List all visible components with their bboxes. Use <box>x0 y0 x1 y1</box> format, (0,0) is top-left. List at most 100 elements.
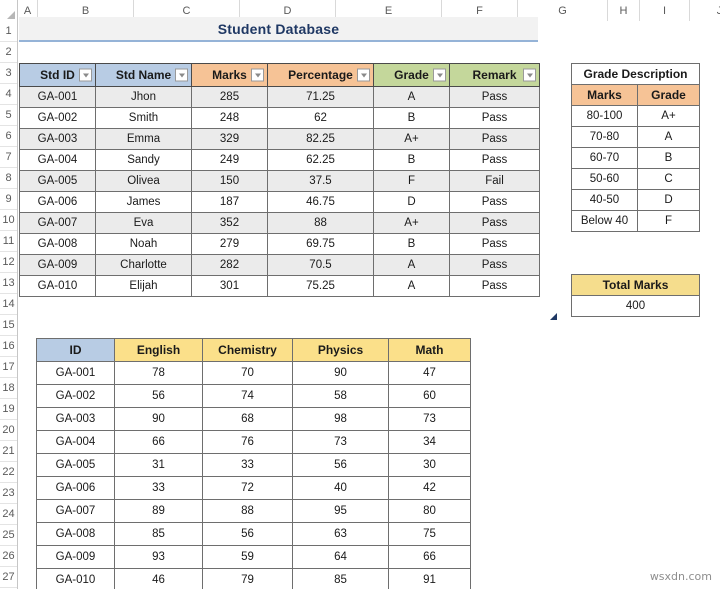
table-cell[interactable]: Elijah <box>95 275 192 297</box>
table-cell[interactable]: 279 <box>191 233 268 255</box>
table-cell[interactable]: 187 <box>191 191 268 213</box>
table-cell[interactable]: James <box>95 191 192 213</box>
table-cell[interactable]: 88 <box>202 499 293 523</box>
table-cell[interactable]: GA-003 <box>19 128 96 150</box>
table-cell[interactable]: 91 <box>388 568 471 589</box>
table-cell[interactable]: 33 <box>114 476 203 500</box>
table-cell[interactable]: GA-010 <box>36 568 115 589</box>
filter-dropdown-icon[interactable] <box>523 68 536 82</box>
table-cell[interactable]: 70.5 <box>267 254 374 276</box>
table-cell[interactable]: Eva <box>95 212 192 234</box>
row-header-23[interactable]: 23 <box>0 483 17 504</box>
table-cell[interactable]: 72 <box>202 476 293 500</box>
table-cell[interactable]: Fail <box>449 170 540 192</box>
table-cell[interactable]: GA-008 <box>19 233 96 255</box>
table-cell[interactable]: 58 <box>292 384 389 408</box>
table-cell[interactable]: 90 <box>292 361 389 385</box>
table-cell[interactable]: GA-001 <box>36 361 115 385</box>
row-header-21[interactable]: 21 <box>0 441 17 462</box>
row-header-14[interactable]: 14 <box>0 294 17 315</box>
table-cell[interactable]: 76 <box>202 430 293 454</box>
table-cell[interactable]: 150 <box>191 170 268 192</box>
table-cell[interactable]: GA-005 <box>36 453 115 477</box>
table-cell[interactable]: B <box>637 147 700 169</box>
row-header-22[interactable]: 22 <box>0 462 17 483</box>
table-cell[interactable]: GA-006 <box>19 191 96 213</box>
table-cell[interactable]: 80-100 <box>571 105 638 127</box>
table-cell[interactable]: Smith <box>95 107 192 129</box>
select-all-corner[interactable] <box>0 0 18 21</box>
table-cell[interactable]: GA-007 <box>19 212 96 234</box>
table-cell[interactable]: A <box>373 275 450 297</box>
table-cell[interactable]: Pass <box>449 86 540 108</box>
row-header-2[interactable]: 2 <box>0 42 17 63</box>
table-cell[interactable]: 46 <box>114 568 203 589</box>
table-cell[interactable]: 85 <box>114 522 203 546</box>
filter-dropdown-icon[interactable] <box>357 68 370 82</box>
table-cell[interactable]: 98 <box>292 407 389 431</box>
table-cell[interactable]: 75 <box>388 522 471 546</box>
table-cell[interactable]: 88 <box>267 212 374 234</box>
row-header-13[interactable]: 13 <box>0 273 17 294</box>
table-cell[interactable]: 329 <box>191 128 268 150</box>
table-cell[interactable]: 66 <box>114 430 203 454</box>
table-cell[interactable]: 82.25 <box>267 128 374 150</box>
table-cell[interactable]: Charlotte <box>95 254 192 276</box>
table-cell[interactable]: A <box>637 126 700 148</box>
table-cell[interactable]: GA-010 <box>19 275 96 297</box>
filter-dropdown-icon[interactable] <box>175 68 188 82</box>
table-cell[interactable]: 62 <box>267 107 374 129</box>
row-header-8[interactable]: 8 <box>0 168 17 189</box>
table-cell[interactable]: A+ <box>637 105 700 127</box>
table-cell[interactable]: Sandy <box>95 149 192 171</box>
table-cell[interactable]: 352 <box>191 212 268 234</box>
table-cell[interactable]: 60 <box>388 384 471 408</box>
table-cell[interactable]: GA-009 <box>19 254 96 276</box>
table-cell[interactable]: 47 <box>388 361 471 385</box>
table-cell[interactable]: 74 <box>202 384 293 408</box>
row-header-16[interactable]: 16 <box>0 336 17 357</box>
table-cell[interactable]: F <box>373 170 450 192</box>
row-header-17[interactable]: 17 <box>0 357 17 378</box>
table-cell[interactable]: A+ <box>373 212 450 234</box>
table-cell[interactable]: GA-004 <box>36 430 115 454</box>
table-cell[interactable]: Pass <box>449 254 540 276</box>
row-header-19[interactable]: 19 <box>0 399 17 420</box>
table-cell[interactable]: GA-008 <box>36 522 115 546</box>
table-cell[interactable]: 62.25 <box>267 149 374 171</box>
row-header-11[interactable]: 11 <box>0 231 17 252</box>
row-header-3[interactable]: 3 <box>0 63 17 84</box>
table-cell[interactable]: D <box>637 189 700 211</box>
table-cell[interactable]: Emma <box>95 128 192 150</box>
table-cell[interactable]: 73 <box>292 430 389 454</box>
table-cell[interactable]: Pass <box>449 149 540 171</box>
table-cell[interactable]: GA-002 <box>19 107 96 129</box>
table-cell[interactable]: 70-80 <box>571 126 638 148</box>
table-cell[interactable]: Pass <box>449 128 540 150</box>
table-cell[interactable]: D <box>373 191 450 213</box>
table-cell[interactable]: 89 <box>114 499 203 523</box>
table-cell[interactable]: GA-005 <box>19 170 96 192</box>
table-cell[interactable]: 30 <box>388 453 471 477</box>
table-cell[interactable]: C <box>637 168 700 190</box>
row-header-7[interactable]: 7 <box>0 147 17 168</box>
table-cell[interactable]: 34 <box>388 430 471 454</box>
column-header-i[interactable]: I <box>640 0 690 21</box>
table-cell[interactable]: 285 <box>191 86 268 108</box>
row-header-20[interactable]: 20 <box>0 420 17 441</box>
table-cell[interactable]: 63 <box>292 522 389 546</box>
table-cell[interactable]: 69.75 <box>267 233 374 255</box>
table-cell[interactable]: 79 <box>202 568 293 589</box>
table-cell[interactable]: 80 <box>388 499 471 523</box>
table-cell[interactable]: Olivea <box>95 170 192 192</box>
table-cell[interactable]: 60-70 <box>571 147 638 169</box>
table-cell[interactable]: 75.25 <box>267 275 374 297</box>
table-cell[interactable]: F <box>637 210 700 232</box>
table-cell[interactable]: 85 <box>292 568 389 589</box>
table-cell[interactable]: 66 <box>388 545 471 569</box>
table-cell[interactable]: Pass <box>449 212 540 234</box>
row-header-18[interactable]: 18 <box>0 378 17 399</box>
table-cell[interactable]: Below 40 <box>571 210 638 232</box>
table-cell[interactable]: 78 <box>114 361 203 385</box>
table-cell[interactable]: 93 <box>114 545 203 569</box>
